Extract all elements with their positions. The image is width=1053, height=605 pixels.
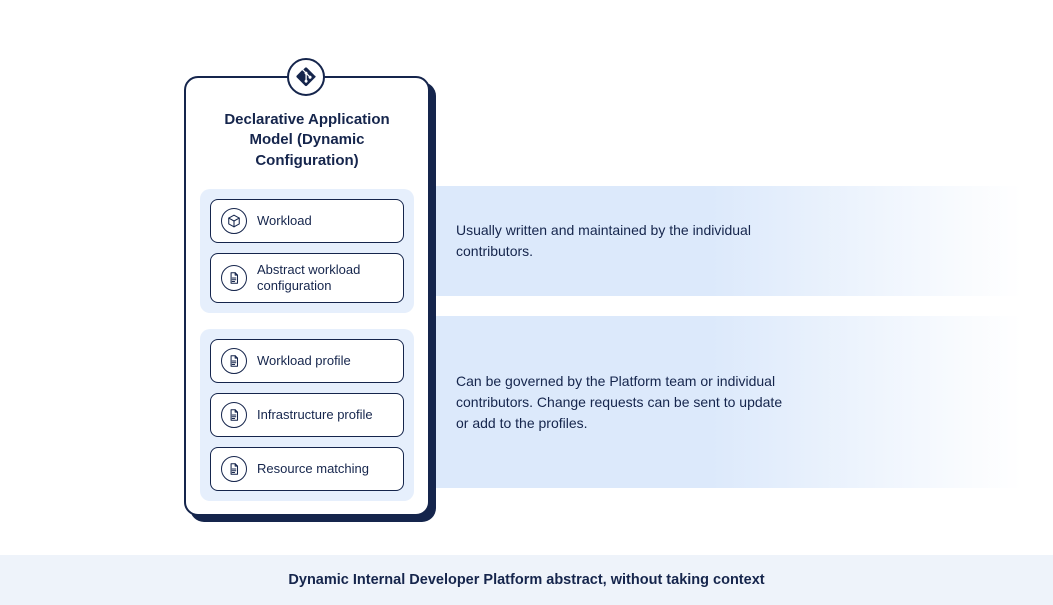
item-label: Workload bbox=[257, 213, 312, 229]
item-label: Resource matching bbox=[257, 461, 369, 477]
item-label: Infrastructure profile bbox=[257, 407, 373, 423]
item-resource-matching: Resource matching bbox=[210, 447, 404, 491]
item-abstract-workload-config: Abstract workload configuration bbox=[210, 253, 404, 304]
diagram-canvas: Declarative Application Model (Dynamic C… bbox=[0, 0, 1053, 605]
group-platform: Workload profile Infrastructure profile … bbox=[200, 329, 414, 501]
item-label: Abstract workload configuration bbox=[257, 262, 393, 295]
footer-caption: Dynamic Internal Developer Platform abst… bbox=[288, 572, 764, 588]
footer-caption-bar: Dynamic Internal Developer Platform abst… bbox=[0, 555, 1053, 605]
item-label: Workload profile bbox=[257, 353, 351, 369]
item-workload-profile: Workload profile bbox=[210, 339, 404, 383]
document-icon bbox=[221, 402, 247, 428]
callout-contributors: Usually written and maintained by the in… bbox=[430, 186, 1053, 296]
item-infrastructure-profile: Infrastructure profile bbox=[210, 393, 404, 437]
cube-icon bbox=[221, 208, 247, 234]
callout-text: Can be governed by the Platform team or … bbox=[456, 371, 786, 434]
git-icon bbox=[287, 58, 325, 96]
group-contributors: Workload Abstract workload configuration bbox=[200, 189, 414, 314]
document-icon bbox=[221, 348, 247, 374]
item-workload: Workload bbox=[210, 199, 404, 243]
panel-title: Declarative Application Model (Dynamic C… bbox=[200, 110, 414, 171]
callout-text: Usually written and maintained by the in… bbox=[456, 220, 786, 262]
model-panel: Declarative Application Model (Dynamic C… bbox=[184, 76, 430, 516]
callout-platform: Can be governed by the Platform team or … bbox=[430, 316, 1053, 488]
document-icon bbox=[221, 265, 247, 291]
document-icon bbox=[221, 456, 247, 482]
